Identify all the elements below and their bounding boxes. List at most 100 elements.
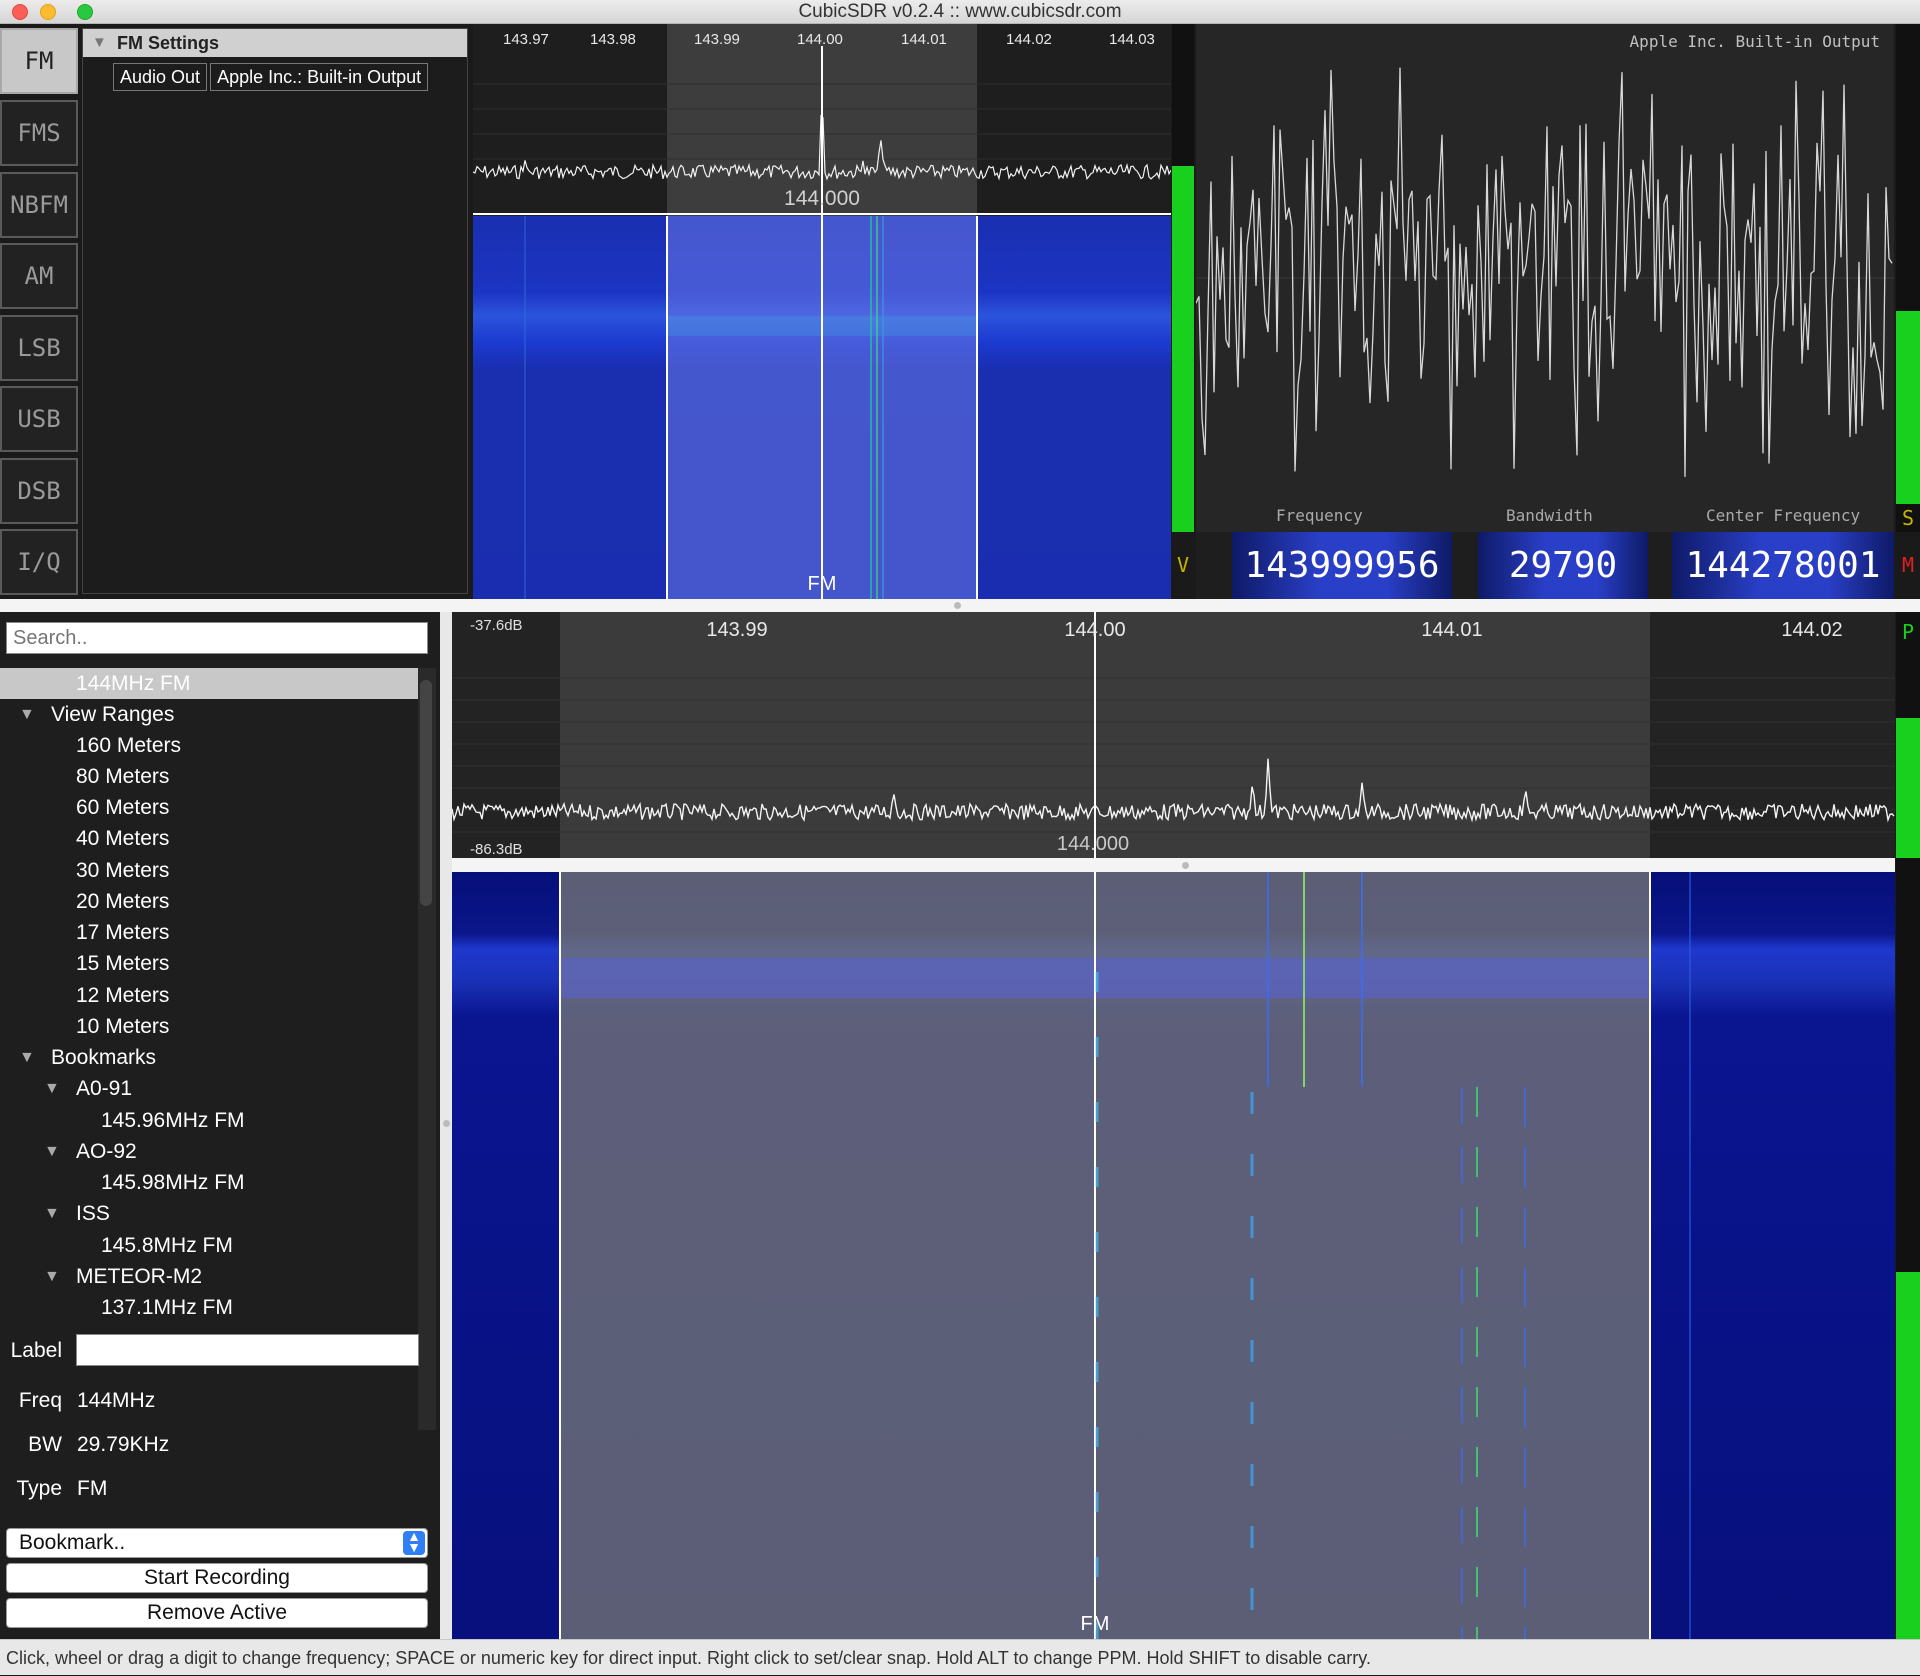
bookmark-item[interactable]: 145.96MHz FM [101, 1105, 245, 1136]
mode-fm-button[interactable]: FM [0, 28, 78, 94]
mode-dsb-button[interactable]: DSB [0, 458, 78, 524]
volume-meter[interactable] [1172, 24, 1194, 532]
mute-indicator[interactable]: M [1896, 532, 1920, 599]
squelch-meter[interactable]: S [1896, 24, 1920, 532]
mode-am-button[interactable]: AM [0, 243, 78, 309]
squelch-meter-label: S [1901, 506, 1915, 530]
freq-tick-label: 144.00 [1064, 619, 1125, 641]
demod-label: FM [1081, 1613, 1110, 1635]
title-bar: CubicSDR v0.2.4 :: www.cubicsdr.com [0, 0, 1920, 24]
freq-caption: Freq [18, 1389, 62, 1412]
chevron-updown-icon: ▲ ▼ [403, 1529, 425, 1555]
freq-tick-label: 143.98 [590, 31, 636, 48]
freq-value: 144MHz [77, 1389, 156, 1412]
audio-out-device[interactable]: Apple Inc.: Built-in Output [210, 63, 429, 91]
top-spectrum-view[interactable]: 143.97 143.98 143.99 144.00 144.01 144.0… [473, 24, 1171, 216]
bookmark-group[interactable]: ▼ METEOR-M2 [44, 1261, 202, 1292]
freq-tick-label: 144.01 [901, 31, 947, 48]
scope-device-label: Apple Inc. Built-in Output [1629, 32, 1880, 51]
audio-output-row: Audio Out Apple Inc.: Built-in Output [113, 63, 429, 91]
modem-settings-panel: ▼ FM Settings Audio Out Apple Inc.: Buil… [82, 28, 468, 594]
bookmark-search-input[interactable] [6, 622, 428, 654]
view-ranges-header[interactable]: ▼ View Ranges [19, 699, 174, 730]
mode-iq-button[interactable]: I/Q [0, 529, 78, 595]
freq-tick-label: 144.00 [797, 31, 843, 48]
type-caption: Type [16, 1477, 62, 1500]
audio-scope-view[interactable]: Apple Inc. Built-in Output Frequency Ban… [1196, 24, 1894, 532]
freq-tick-label: 144.02 [1006, 31, 1052, 48]
spectrum-splitter[interactable] [452, 858, 1895, 872]
freq-tick-label: 144.01 [1421, 619, 1482, 641]
mode-fms-button[interactable]: FMS [0, 100, 78, 166]
main-waterfall-view[interactable]: FM [452, 872, 1895, 1639]
list-item[interactable]: 12 Meters [76, 980, 169, 1011]
panel-splitter[interactable] [440, 612, 452, 1639]
expand-triangle-icon: ▼ [44, 1080, 60, 1097]
expand-triangle-icon: ▼ [44, 1143, 60, 1160]
bookmark-group[interactable]: ▼ AO-92 [44, 1136, 137, 1167]
expand-triangle-icon: ▼ [19, 1049, 35, 1066]
bookmark-item[interactable]: 145.98MHz FM [101, 1167, 245, 1198]
settings-title: FM Settings [117, 33, 219, 53]
bookmark-tree-scrollbar[interactable] [418, 668, 436, 1430]
type-value: FM [77, 1477, 108, 1500]
volume-meter-label: V [1172, 532, 1194, 599]
expand-triangle-icon: ▼ [44, 1268, 60, 1285]
waterfall-speed-meter[interactable]: P [1896, 612, 1920, 1639]
list-item[interactable]: 30 Meters [76, 855, 169, 886]
settings-header[interactable]: ▼ FM Settings [83, 29, 467, 57]
bookmark-item[interactable]: 137.1MHz FM [101, 1292, 233, 1323]
demod-label: FM [808, 573, 837, 595]
freq-tick-label: 144.02 [1781, 619, 1842, 641]
active-bookmark-item[interactable]: 144MHz FM [76, 668, 190, 699]
bookmark-panel: 144MHz FM ▼View Ranges 160 Meters 80 Met… [0, 612, 440, 1639]
frequency-readout[interactable]: 143999956 [1232, 532, 1452, 599]
waterfall-speed-label: P [1901, 620, 1915, 644]
center-freq-label: 144.000 [784, 187, 860, 210]
mode-usb-button[interactable]: USB [0, 386, 78, 452]
bookmark-select-value: Bookmark.. [19, 1531, 126, 1554]
active-item-highlight [0, 668, 418, 699]
bandwidth-readout[interactable]: 29790 [1478, 532, 1648, 599]
db-min-label: -86.3dB [470, 841, 523, 858]
bookmarks-header[interactable]: ▼ Bookmarks [19, 1042, 156, 1073]
bookmark-group[interactable]: ▼ ISS [44, 1198, 110, 1229]
main-spectrum-view[interactable]: -37.6dB -86.3dB 143.99 144.00 144.01 144… [452, 612, 1895, 858]
audio-waveform [1196, 67, 1893, 477]
center-frequency-readout[interactable]: 144278001 [1672, 532, 1894, 599]
freq-tick-label: 143.97 [503, 31, 549, 48]
list-item[interactable]: 15 Meters [76, 948, 169, 979]
bookmark-tree[interactable]: 144MHz FM ▼ View Ranges 160 Meters 80 Met… [0, 668, 420, 1430]
top-waterfall-view[interactable]: FM [473, 216, 1171, 599]
bw-caption: BW [28, 1433, 62, 1456]
demod-mode-selector: FM FMS NBFM AM LSB USB DSB I/Q [0, 24, 80, 599]
bw-value: 29.79KHz [77, 1433, 170, 1456]
list-item[interactable]: 10 Meters [76, 1011, 169, 1042]
status-bar: Click, wheel or drag a digit to change f… [0, 1639, 1920, 1675]
bookmark-label-input[interactable] [76, 1334, 419, 1366]
center-freq-label: 144.000 [1057, 833, 1129, 855]
list-item[interactable]: 40 Meters [76, 823, 169, 854]
list-item[interactable]: 17 Meters [76, 917, 169, 948]
list-item[interactable]: 160 Meters [76, 730, 181, 761]
bookmark-select[interactable]: Bookmark.. ▲ ▼ [6, 1528, 428, 1558]
freq-tick-label: 143.99 [706, 619, 767, 641]
list-item[interactable]: 60 Meters [76, 792, 169, 823]
list-item[interactable]: 80 Meters [76, 761, 169, 792]
label-caption: Label [10, 1339, 62, 1362]
list-item[interactable]: 20 Meters [76, 886, 169, 917]
mode-nbfm-button[interactable]: NBFM [0, 172, 78, 238]
frequency-readouts: 143999956 29790 144278001 [1196, 532, 1894, 599]
mode-lsb-button[interactable]: LSB [0, 315, 78, 381]
splitter[interactable] [0, 599, 1920, 612]
start-recording-button[interactable]: Start Recording [6, 1563, 428, 1593]
active-band-highlight [560, 612, 1650, 858]
audio-out-label: Audio Out [113, 63, 208, 91]
remove-active-button[interactable]: Remove Active [6, 1598, 428, 1628]
bandwidth-caption: Bandwidth [1506, 506, 1593, 525]
db-max-label: -37.6dB [470, 617, 523, 634]
frequency-caption: Frequency [1276, 506, 1363, 525]
bookmark-group[interactable]: ▼ A0-91 [44, 1073, 132, 1104]
freq-tick-label: 143.99 [694, 31, 740, 48]
bookmark-item[interactable]: 145.8MHz FM [101, 1230, 233, 1261]
